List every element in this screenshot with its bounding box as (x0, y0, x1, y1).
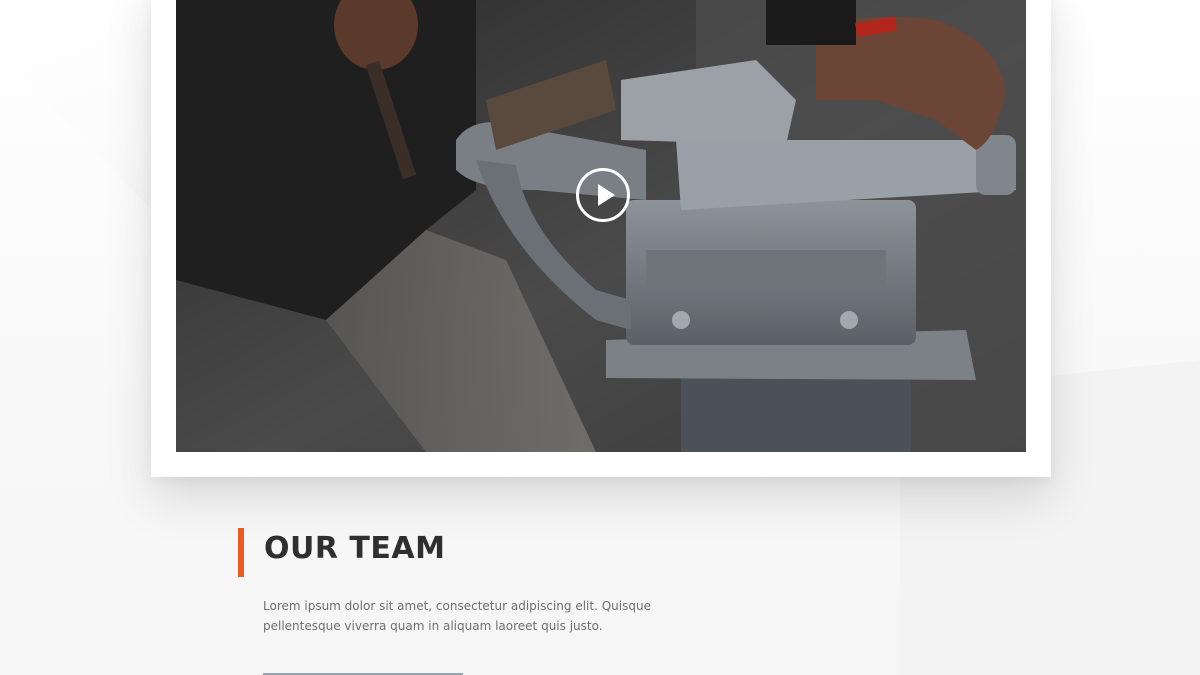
title-accent-bar (238, 528, 244, 577)
video-thumbnail[interactable] (176, 0, 1026, 452)
page: OUR TEAM Lorem ipsum dolor sit amet, con… (0, 0, 1200, 675)
video-card (151, 0, 1051, 477)
team-description: Lorem ipsum dolor sit amet, consectetur … (263, 599, 651, 633)
workshop-vise-image (176, 0, 1026, 452)
play-button[interactable] (576, 168, 630, 222)
team-title: OUR TEAM (264, 531, 446, 566)
